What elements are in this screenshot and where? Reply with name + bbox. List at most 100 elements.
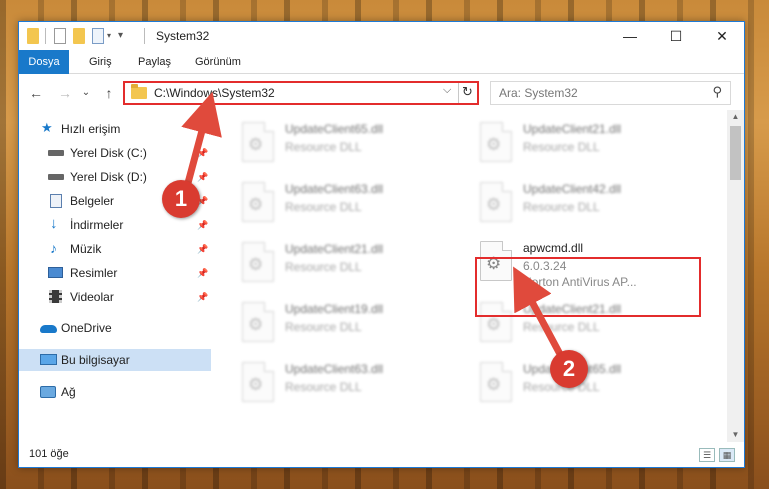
minimize-button[interactable]: — bbox=[607, 22, 653, 50]
title-bar: ▾ ▾ System32 — ☐ ✕ bbox=[19, 22, 744, 50]
nav-item-label: Videolar bbox=[70, 290, 114, 304]
nav-item-label: Resimler bbox=[70, 266, 118, 280]
nav-item-onedrive[interactable]: OneDrive bbox=[19, 317, 211, 339]
up-button[interactable]: ↑ bbox=[100, 84, 118, 102]
pin-icon[interactable]: 📌 bbox=[197, 142, 208, 164]
nav-item-quick-access[interactable]: ★ Hızlı erişim bbox=[19, 118, 211, 140]
chevron-down-icon[interactable]: ▾ bbox=[107, 31, 111, 47]
pictures-icon bbox=[48, 267, 63, 278]
forward-button[interactable]: → bbox=[56, 84, 74, 102]
nav-item-label: Yerel Disk (C:) bbox=[70, 146, 147, 160]
file-item[interactable]: ⚙ UpdateClient19.dll Resource DLL bbox=[234, 298, 464, 354]
nav-item-label: Ağ bbox=[61, 385, 76, 399]
status-bar: 101 öğe ☰ ▦ bbox=[19, 442, 744, 467]
file-name: UpdateClient42.dll bbox=[523, 182, 622, 196]
file-type: Resource DLL bbox=[285, 200, 362, 214]
pin-icon[interactable]: 📌 bbox=[197, 214, 208, 236]
cloud-icon bbox=[40, 325, 57, 333]
dll-file-icon: ⚙ bbox=[480, 362, 512, 402]
scrollbar-thumb[interactable] bbox=[730, 126, 741, 180]
videos-icon bbox=[49, 290, 62, 303]
search-placeholder[interactable]: Ara: System32 bbox=[499, 86, 578, 100]
address-row: ← → ⌄ ↑ C:\Windows\System32 ⌵ ↻ Ara: Sys… bbox=[19, 74, 744, 110]
nav-item-pictures[interactable]: Resimler 📌 bbox=[19, 262, 211, 284]
file-type: Resource DLL bbox=[523, 140, 600, 154]
new-folder-icon[interactable] bbox=[73, 28, 85, 44]
nav-item-label: İndirmeler bbox=[70, 218, 124, 232]
file-item[interactable]: ⚙ UpdateClient63.dll Resource DLL bbox=[234, 178, 464, 234]
dll-file-icon: ⚙ bbox=[242, 242, 274, 282]
customize-toolbar-icon[interactable] bbox=[92, 28, 104, 44]
navigation-pane: ★ Hızlı erişim Yerel Disk (C:) 📌 Yerel D… bbox=[19, 110, 211, 440]
file-item[interactable]: ⚙ UpdateClient21.dll Resource DLL bbox=[234, 238, 464, 294]
file-item[interactable]: ⚙ UpdateClient65.dll Resource DLL bbox=[234, 118, 464, 174]
nav-item-music[interactable]: ♪ Müzik 📌 bbox=[19, 238, 211, 260]
separator bbox=[144, 28, 145, 44]
nav-item-label: Yerel Disk (D:) bbox=[70, 170, 147, 184]
highlight-box bbox=[475, 257, 701, 317]
pin-icon[interactable]: 📌 bbox=[197, 166, 208, 188]
properties-icon[interactable] bbox=[54, 28, 66, 44]
folder-icon bbox=[131, 84, 147, 99]
file-item[interactable]: ⚙ UpdateClient63.dll Resource DLL bbox=[234, 358, 464, 414]
file-type: Resource DLL bbox=[285, 140, 362, 154]
pin-icon[interactable]: 📌 bbox=[197, 262, 208, 284]
tab-view[interactable]: Görünüm bbox=[183, 50, 253, 74]
file-item[interactable]: ⚙ UpdateClient21.dll Resource DLL bbox=[472, 118, 702, 174]
file-name: UpdateClient21.dll bbox=[285, 242, 384, 256]
recent-locations-button[interactable]: ⌄ bbox=[81, 84, 91, 102]
file-type: Resource DLL bbox=[285, 260, 362, 274]
nav-item-this-pc[interactable]: Bu bilgisayar bbox=[19, 349, 211, 371]
item-count: 101 öğe bbox=[29, 448, 69, 460]
close-button[interactable]: ✕ bbox=[699, 22, 745, 50]
window-title: System32 bbox=[156, 29, 210, 43]
folder-icon bbox=[27, 28, 39, 44]
file-type: Resource DLL bbox=[523, 200, 600, 214]
nav-item-label: OneDrive bbox=[61, 321, 112, 335]
file-name: UpdateClient21.dll bbox=[523, 122, 622, 136]
vertical-scrollbar[interactable]: ▲ ▼ bbox=[727, 110, 744, 442]
dll-file-icon: ⚙ bbox=[242, 182, 274, 222]
file-item[interactable]: ⚙ UpdateClient42.dll Resource DLL bbox=[472, 178, 702, 234]
pin-icon[interactable]: 📌 bbox=[197, 238, 208, 260]
dll-file-icon: ⚙ bbox=[242, 302, 274, 342]
scroll-up-icon[interactable]: ▲ bbox=[727, 110, 744, 124]
pin-icon[interactable]: 📌 bbox=[197, 286, 208, 308]
separator bbox=[458, 83, 459, 103]
ribbon-tabs: Dosya Giriş Paylaş Görünüm bbox=[19, 50, 744, 106]
file-type: Resource DLL bbox=[523, 320, 600, 334]
nav-item-videos[interactable]: Videolar 📌 bbox=[19, 286, 211, 308]
file-name: UpdateClient19.dll bbox=[285, 302, 384, 316]
nav-item-network[interactable]: Ağ bbox=[19, 381, 211, 403]
tab-home[interactable]: Giriş bbox=[77, 50, 124, 74]
file-type: Resource DLL bbox=[285, 320, 362, 334]
download-icon: ↓ bbox=[50, 215, 58, 232]
tab-share[interactable]: Paylaş bbox=[126, 50, 183, 74]
dropdown-arrow-icon[interactable]: ▾ bbox=[118, 30, 123, 46]
scroll-down-icon[interactable]: ▼ bbox=[727, 428, 744, 442]
file-name: UpdateClient65.dll bbox=[285, 122, 384, 136]
star-icon: ★ bbox=[41, 120, 53, 135]
search-box[interactable]: Ara: System32 ⚲ bbox=[490, 81, 731, 105]
dll-file-icon: ⚙ bbox=[242, 122, 274, 162]
drive-icon bbox=[48, 174, 64, 180]
back-button[interactable]: ← bbox=[27, 84, 45, 102]
file-name: UpdateClient63.dll bbox=[285, 182, 384, 196]
maximize-button[interactable]: ☐ bbox=[653, 22, 699, 50]
file-list: ⚙ UpdateClient65.dll Resource DLL ⚙ Upda… bbox=[212, 110, 727, 442]
address-bar[interactable]: C:\Windows\System32 ⌵ ↻ bbox=[123, 81, 479, 105]
address-dropdown-icon[interactable]: ⌵ bbox=[443, 84, 451, 97]
details-view-icon[interactable]: ☰ bbox=[699, 448, 715, 462]
documents-icon bbox=[50, 194, 62, 208]
file-type: Resource DLL bbox=[285, 380, 362, 394]
music-icon: ♪ bbox=[50, 240, 57, 256]
drive-icon bbox=[48, 150, 64, 156]
dll-file-icon: ⚙ bbox=[242, 362, 274, 402]
nav-item-label: Bu bilgisayar bbox=[61, 353, 130, 367]
nav-item-local-disk-c[interactable]: Yerel Disk (C:) 📌 bbox=[19, 142, 211, 164]
tiles-view-icon[interactable]: ▦ bbox=[719, 448, 735, 462]
search-icon[interactable]: ⚲ bbox=[712, 84, 722, 100]
address-path[interactable]: C:\Windows\System32 bbox=[154, 86, 275, 100]
refresh-icon[interactable]: ↻ bbox=[462, 84, 473, 100]
file-name: UpdateClient63.dll bbox=[285, 362, 384, 376]
